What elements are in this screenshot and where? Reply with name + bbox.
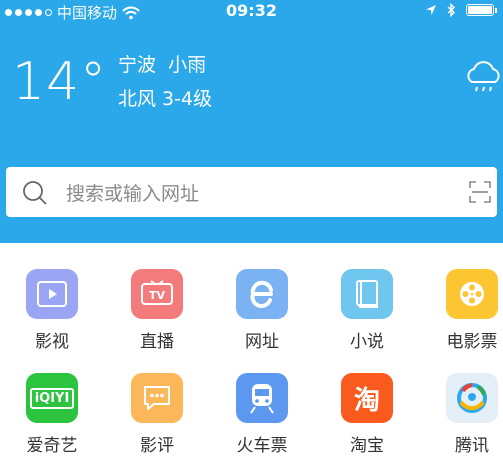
app-shortcut[interactable]: 火车票 <box>222 373 302 456</box>
app-shortcut[interactable]: 腾讯 <box>432 373 503 456</box>
app-label: 直播 <box>140 332 174 352</box>
weather-header: 中国移动 09:32 14° 宁波 小雨 北风 3-4级 搜索或输入网址 <box>0 0 503 243</box>
app-tile[interactable]: 淘 <box>341 373 393 423</box>
iqiyi-logo-icon: iQIYI <box>29 387 75 409</box>
film-reel-icon <box>460 282 484 306</box>
app-label: 电影票 <box>446 332 498 352</box>
wind-info: 北风 3-4级 <box>118 88 213 110</box>
app-tile[interactable] <box>446 373 498 423</box>
tencent-news-icon <box>457 383 487 413</box>
app-tile[interactable] <box>236 373 288 423</box>
app-shortcut[interactable]: 网址 <box>222 269 302 352</box>
app-label: 小说 <box>350 332 384 352</box>
app-shortcut[interactable]: 影评 <box>117 373 197 456</box>
search-input[interactable]: 搜索或输入网址 <box>66 179 199 206</box>
rain-cloud-icon[interactable] <box>463 58 503 98</box>
app-label: 影评 <box>140 436 174 456</box>
browser-e-icon <box>250 280 273 308</box>
app-label: 爱奇艺 <box>26 436 78 456</box>
app-shortcut[interactable]: 小说 <box>327 269 407 352</box>
temperature: 14° <box>12 52 108 112</box>
app-tile[interactable] <box>341 269 393 319</box>
tv-icon: TV <box>141 280 173 305</box>
search-bar[interactable]: 搜索或输入网址 <box>6 167 497 217</box>
app-label: 火车票 <box>236 436 288 456</box>
search-icon <box>23 181 47 205</box>
scan-qr-icon[interactable] <box>469 181 491 203</box>
app-label: 淘宝 <box>350 436 384 456</box>
bluetooth-icon <box>447 3 456 17</box>
status-bar: 中国移动 09:32 <box>0 0 503 24</box>
battery-icon <box>466 4 497 16</box>
app-tile[interactable] <box>26 269 78 319</box>
location-arrow-icon <box>426 5 436 15</box>
video-icon <box>37 281 67 307</box>
app-shortcut[interactable]: 电影票 <box>432 269 503 352</box>
app-tile[interactable] <box>131 373 183 423</box>
app-tile[interactable] <box>446 269 498 319</box>
taobao-logo-icon: 淘 <box>353 385 380 416</box>
app-label: 影视 <box>35 332 69 352</box>
app-tile[interactable]: iQIYI <box>26 373 78 423</box>
app-shortcut[interactable]: iQIYI 爱奇艺 <box>12 373 92 456</box>
comment-icon <box>144 386 170 410</box>
app-shortcut[interactable]: TV 直播 <box>117 269 197 352</box>
train-icon <box>250 384 274 414</box>
app-tile[interactable]: TV <box>131 269 183 319</box>
app-shortcut[interactable]: 淘 淘宝 <box>327 373 407 456</box>
book-icon <box>356 280 378 308</box>
app-label: 网址 <box>245 332 279 352</box>
svg-text:TV: TV <box>149 289 166 302</box>
weather-condition: 小雨 <box>168 54 207 76</box>
city-name: 宁波 <box>118 54 157 76</box>
app-tile[interactable] <box>236 269 288 319</box>
app-shortcut[interactable]: 影视 <box>12 269 92 352</box>
weather-location: 宁波 小雨 <box>118 50 206 77</box>
app-label: 腾讯 <box>455 436 489 456</box>
